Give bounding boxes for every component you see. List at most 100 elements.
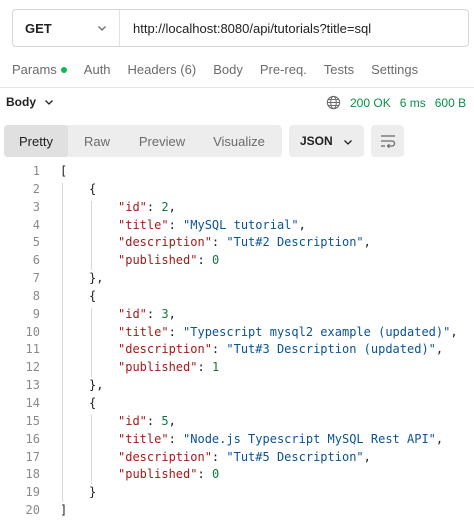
json-punctuation: : [197, 360, 212, 375]
line-number: 18 [25, 467, 40, 482]
json-punctuation: [ [60, 164, 68, 178]
line-number: 14 [25, 395, 40, 410]
json-key: "published" [118, 360, 198, 375]
json-key: "title" [118, 431, 169, 446]
status-code[interactable]: 200 OK [350, 96, 391, 110]
json-key: "published" [118, 467, 198, 482]
line-number: 17 [25, 449, 40, 464]
json-punctuation: , [363, 449, 371, 464]
code-text: { [89, 181, 96, 199]
tab-pretty[interactable]: Pretty [4, 125, 68, 157]
method-label: GET [25, 20, 52, 36]
json-punctuation: ] [60, 503, 68, 518]
tab-params[interactable]: Params [12, 62, 67, 77]
code-line: 20] [0, 502, 474, 520]
code-line: 3 "id": 2, [0, 199, 474, 217]
code-line: 6 "published": 0 [0, 252, 474, 270]
code-line: 9 "id": 3, [0, 306, 474, 324]
json-key: "title" [118, 324, 169, 339]
format-tabs: Pretty Raw Preview Visualize [4, 125, 282, 157]
json-key: "description" [118, 235, 212, 250]
json-punctuation: , [298, 217, 306, 232]
url-input[interactable]: http://localhost:8080/api/tutorials?titl… [120, 21, 371, 36]
response-section-select[interactable]: Body [6, 95, 54, 109]
code-text: "published": 0 [118, 252, 219, 270]
code-text: }, [89, 270, 103, 288]
json-punctuation: , [450, 324, 458, 339]
json-punctuation: } [89, 485, 97, 500]
code-line: 1[ [0, 163, 474, 181]
response-json-viewer[interactable]: 1[2{3 "id": 2, 4 "title": "MySQL tutorial",… [0, 163, 474, 520]
wrap-lines-button[interactable] [371, 125, 404, 157]
response-section-label: Body [6, 95, 36, 109]
code-line: 11 "description": "Tut#3 Description (upd… [0, 341, 474, 359]
code-text: } [89, 484, 96, 502]
tab-preview[interactable]: Preview [126, 125, 198, 157]
line-number: 1 [32, 164, 40, 178]
json-punctuation: : [146, 413, 162, 428]
code-line: 16 "title": "Node.js Typescript MySQL Res… [0, 431, 474, 449]
code-line: 15 "id": 5, [0, 413, 474, 431]
chevron-down-icon [45, 100, 53, 105]
tab-params-label: Params [12, 62, 57, 77]
json-punctuation: { [89, 288, 97, 303]
json-key: "id" [118, 413, 147, 428]
json-punctuation: }, [89, 271, 104, 286]
tab-tests[interactable]: Tests [324, 62, 354, 77]
json-string: "MySQL tutorial" [183, 217, 299, 232]
json-punctuation: }, [89, 378, 104, 393]
line-number: 20 [25, 503, 40, 518]
json-number: 2 [161, 199, 169, 214]
language-select[interactable]: JSON [289, 125, 364, 157]
code-text: [ [60, 163, 67, 181]
request-tabs: Params Auth Headers (6) Body Pre-req. Te… [12, 62, 435, 77]
json-number: 5 [161, 413, 169, 428]
code-text: "published": 1 [118, 359, 219, 377]
code-text: "description": "Tut#2 Description", [118, 234, 371, 252]
line-number: 15 [25, 413, 40, 428]
tab-auth[interactable]: Auth [84, 62, 111, 77]
line-number: 2 [32, 181, 40, 196]
json-string: "Typescript mysql2 example (updated)" [183, 324, 451, 339]
json-key: "title" [118, 217, 169, 232]
chevron-down-icon [98, 26, 106, 31]
json-number: 1 [211, 360, 220, 375]
code-text: ] [60, 502, 67, 520]
tab-visualize[interactable]: Visualize [198, 125, 280, 157]
json-string: "Node.js Typescript MySQL Rest API" [183, 431, 436, 446]
json-punctuation: , [168, 413, 176, 428]
code-line: 2{ [0, 181, 474, 199]
tab-pre-request[interactable]: Pre-req. [260, 62, 307, 77]
code-line: 19} [0, 484, 474, 502]
json-number: 3 [161, 306, 169, 321]
tab-settings[interactable]: Settings [371, 62, 418, 77]
code-text: "description": "Tut#3 Description (updat… [118, 341, 443, 359]
code-line: 4 "title": "MySQL tutorial", [0, 217, 474, 235]
line-number: 11 [25, 342, 40, 357]
json-number: 0 [211, 253, 220, 268]
json-key: "id" [118, 199, 147, 214]
code-line: 7}, [0, 270, 474, 288]
indent-guide [91, 200, 92, 271]
tab-raw[interactable]: Raw [68, 125, 126, 157]
line-number: 16 [25, 431, 40, 446]
response-status: 200 OK 6 ms 600 B [326, 95, 474, 110]
json-punctuation: { [89, 395, 97, 410]
response-size[interactable]: 600 B [435, 96, 466, 110]
language-label: JSON [300, 134, 333, 148]
line-number: 4 [32, 217, 40, 232]
code-line: 5 "description": "Tut#2 Description", [0, 234, 474, 252]
indent-guide [91, 307, 92, 378]
line-number: 6 [32, 253, 40, 268]
wrap-lines-icon [380, 135, 395, 148]
response-time[interactable]: 6 ms [400, 96, 426, 110]
json-string: "Tut#3 Description (updated)" [226, 342, 436, 357]
line-number: 19 [25, 485, 40, 500]
request-url-bar: GET http://localhost:8080/api/tutorials?… [12, 9, 469, 47]
globe-icon[interactable] [326, 95, 341, 110]
tab-body[interactable]: Body [213, 62, 243, 77]
tab-headers[interactable]: Headers (6) [128, 62, 197, 77]
code-text: { [89, 395, 96, 413]
code-text: "description": "Tut#5 Description", [118, 449, 371, 467]
method-select[interactable]: GET [13, 10, 120, 46]
